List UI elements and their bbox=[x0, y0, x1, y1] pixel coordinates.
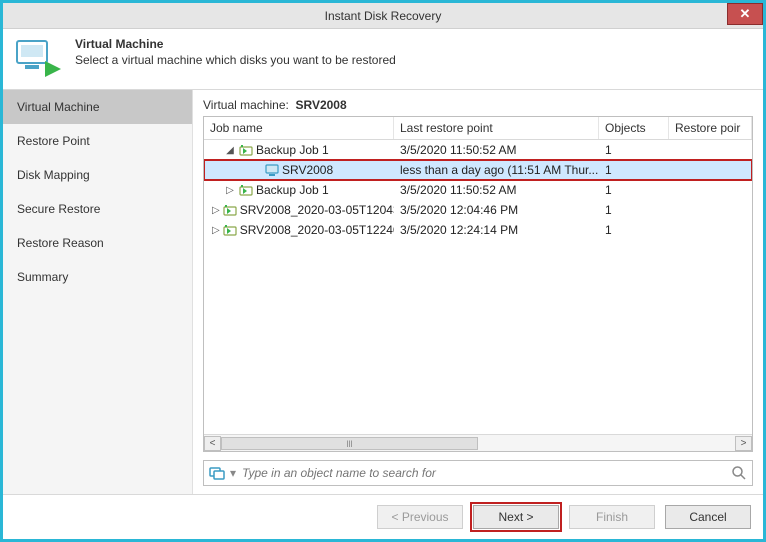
column-header-restore-point[interactable]: Restore poir bbox=[669, 117, 752, 139]
virtual-machine-label: Virtual machine: bbox=[203, 98, 289, 112]
cell-last-restore-point: 3/5/2020 11:50:52 AM bbox=[394, 143, 599, 157]
sidebar-item-restore-reason[interactable]: Restore Reason bbox=[3, 226, 192, 260]
sidebar-item-secure-restore[interactable]: Secure Restore bbox=[3, 192, 192, 226]
row-name: Backup Job 1 bbox=[256, 143, 329, 157]
row-name: SRV2008_2020-03-05T122400 bbox=[240, 223, 394, 237]
cell-name: SRV2008 bbox=[204, 162, 394, 178]
expander-icon[interactable]: ▷ bbox=[212, 205, 220, 216]
object-picker-icon[interactable] bbox=[208, 465, 226, 481]
cell-name: ▷ SRV2008_2020-03-05T120433 bbox=[204, 202, 394, 218]
table-row[interactable]: ▷ SRV2008_2020-03-05T1224003/5/2020 12:24… bbox=[204, 220, 752, 240]
expander-icon[interactable]: ▷ bbox=[224, 185, 236, 196]
page-title: Virtual Machine bbox=[75, 37, 396, 51]
search-input[interactable] bbox=[240, 465, 726, 481]
row-name: SRV2008_2020-03-05T120433 bbox=[240, 203, 394, 217]
page-subtitle: Select a virtual machine which disks you… bbox=[75, 53, 396, 67]
sidebar-item-summary[interactable]: Summary bbox=[3, 260, 192, 294]
column-header-last-restore-point[interactable]: Last restore point bbox=[394, 117, 599, 139]
cell-last-restore-point: 3/5/2020 12:04:46 PM bbox=[394, 203, 599, 217]
window-title: Instant Disk Recovery bbox=[325, 9, 442, 23]
row-name: Backup Job 1 bbox=[256, 183, 329, 197]
wizard-steps-sidebar: Virtual Machine Restore Point Disk Mappi… bbox=[3, 90, 193, 494]
sidebar-item-virtual-machine[interactable]: Virtual Machine bbox=[3, 90, 192, 124]
expander-icon[interactable]: ◢ bbox=[224, 145, 236, 156]
next-button[interactable]: Next > bbox=[473, 505, 559, 529]
table-row[interactable]: ◢ Backup Job 1 3/5/2020 11:50:52 AM1 bbox=[204, 140, 752, 160]
wizard-header: Virtual Machine Select a virtual machine… bbox=[3, 29, 763, 89]
cell-objects: 1 bbox=[599, 143, 669, 157]
cell-objects: 1 bbox=[599, 203, 669, 217]
column-header-objects[interactable]: Objects bbox=[599, 117, 669, 139]
backup-job-icon bbox=[238, 142, 254, 158]
previous-button[interactable]: < Previous bbox=[377, 505, 463, 529]
table-row[interactable]: ▷ Backup Job 1 3/5/2020 11:50:52 AM1 bbox=[204, 180, 752, 200]
cell-last-restore-point: 3/5/2020 12:24:14 PM bbox=[394, 223, 599, 237]
wizard-footer: < Previous Next > Finish Cancel bbox=[3, 494, 763, 539]
row-name: SRV2008 bbox=[282, 163, 333, 177]
backup-job-icon bbox=[222, 222, 238, 238]
scroll-track[interactable]: lll bbox=[221, 436, 735, 451]
close-icon: ✕ bbox=[740, 6, 751, 22]
cancel-button[interactable]: Cancel bbox=[665, 505, 751, 529]
cell-last-restore-point: less than a day ago (11:51 AM Thur... bbox=[394, 163, 599, 177]
backup-job-icon bbox=[222, 202, 238, 218]
backup-job-icon bbox=[238, 182, 254, 198]
cell-name: ▷ Backup Job 1 bbox=[204, 182, 394, 198]
cell-objects: 1 bbox=[599, 163, 669, 177]
dialog-window: Instant Disk Recovery ✕ Virtual Machine … bbox=[0, 0, 766, 542]
cell-last-restore-point: 3/5/2020 11:50:52 AM bbox=[394, 183, 599, 197]
cell-name: ▷ SRV2008_2020-03-05T122400 bbox=[204, 222, 394, 238]
scroll-left-arrow[interactable]: < bbox=[204, 436, 221, 451]
scroll-thumb[interactable]: lll bbox=[221, 437, 478, 450]
search-row: ▾ bbox=[203, 460, 753, 486]
vm-icon bbox=[264, 162, 280, 178]
cell-objects: 1 bbox=[599, 183, 669, 197]
wizard-header-icon bbox=[15, 37, 63, 77]
main-panel: Virtual machine: SRV2008 Job name Last r… bbox=[193, 90, 763, 494]
grid-body[interactable]: ◢Backup Job 13/5/2020 11:50:52 AM1SRV200… bbox=[204, 140, 752, 434]
cell-objects: 1 bbox=[599, 223, 669, 237]
sidebar-item-disk-mapping[interactable]: Disk Mapping bbox=[3, 158, 192, 192]
horizontal-scrollbar[interactable]: < lll > bbox=[204, 434, 752, 451]
scroll-right-arrow[interactable]: > bbox=[735, 436, 752, 451]
column-header-job-name[interactable]: Job name bbox=[204, 117, 394, 139]
grid-header: Job name Last restore point Objects Rest… bbox=[204, 117, 752, 140]
table-row[interactable]: ▷ SRV2008_2020-03-05T1204333/5/2020 12:04… bbox=[204, 200, 752, 220]
virtual-machine-label-row: Virtual machine: SRV2008 bbox=[203, 98, 753, 112]
sidebar-item-restore-point[interactable]: Restore Point bbox=[3, 124, 192, 158]
search-icon[interactable] bbox=[730, 465, 748, 481]
close-button[interactable]: ✕ bbox=[727, 3, 763, 25]
table-row[interactable]: SRV2008 less than a day ago (11:51 AM Thu… bbox=[204, 160, 752, 180]
titlebar: Instant Disk Recovery ✕ bbox=[3, 3, 763, 29]
virtual-machine-value: SRV2008 bbox=[296, 98, 347, 112]
finish-button[interactable]: Finish bbox=[569, 505, 655, 529]
backup-jobs-grid: Job name Last restore point Objects Rest… bbox=[203, 116, 753, 452]
cell-name: ◢ Backup Job 1 bbox=[204, 142, 394, 158]
expander-icon[interactable]: ▷ bbox=[212, 225, 220, 236]
